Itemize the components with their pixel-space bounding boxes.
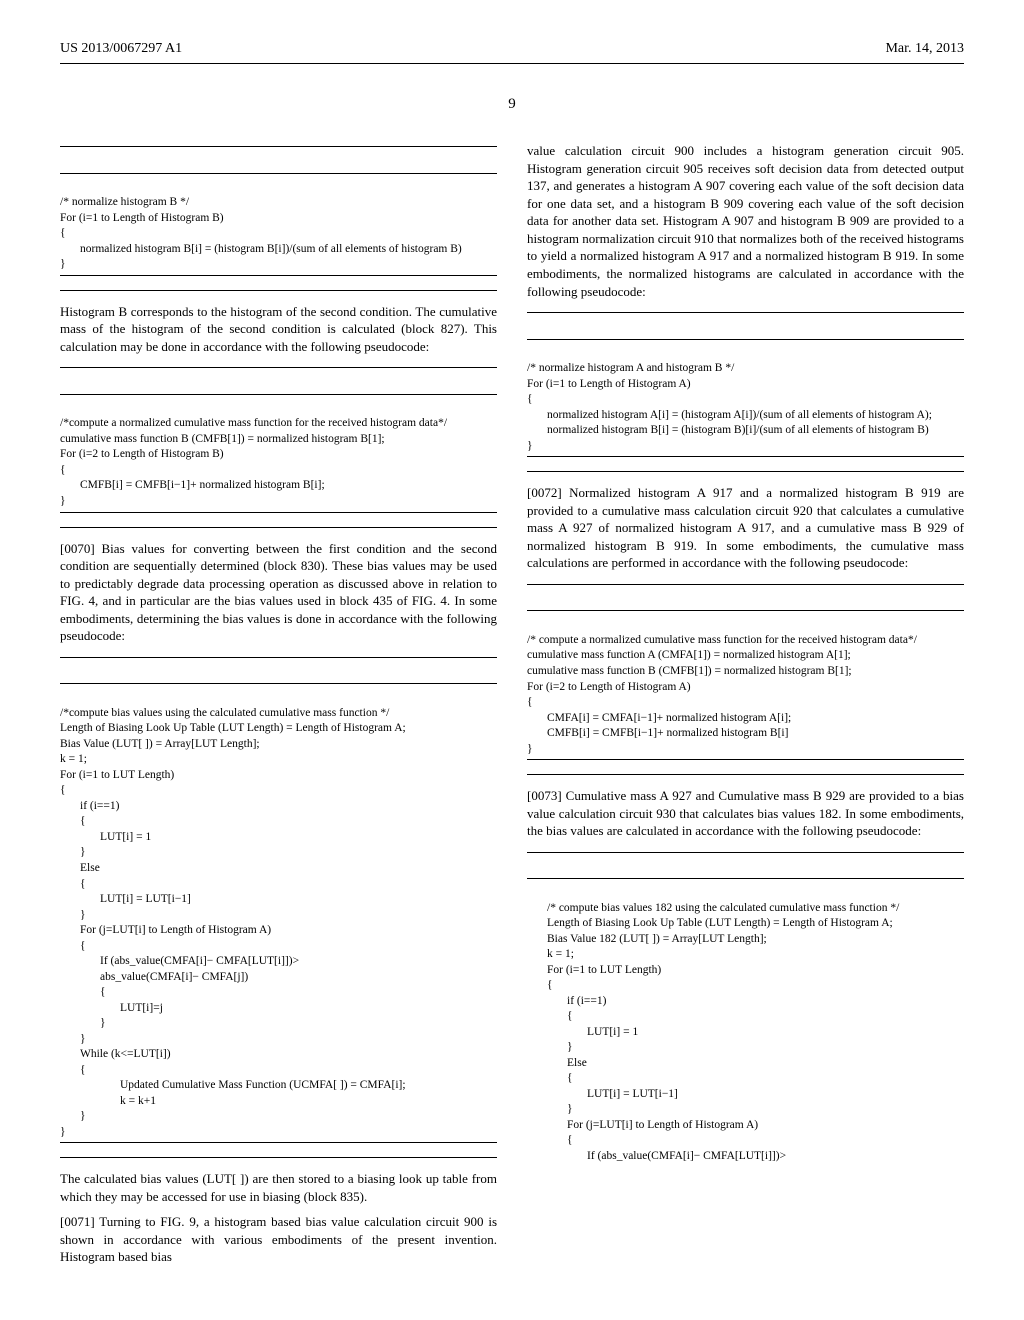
content-columns: /* normalize histogram B */ For (i=1 to …	[60, 134, 964, 1274]
page-number: 9	[60, 94, 964, 114]
para-number: [0070]	[60, 541, 95, 556]
code-block-bias-182: /* compute bias values 182 using the cal…	[527, 852, 964, 1173]
paragraph-0072: [0072] Normalized histogram A 917 and a …	[527, 484, 964, 572]
paragraph-0071: [0071] Turning to FIG. 9, a histogram ba…	[60, 1213, 497, 1266]
code-block-normalize-ab: /* normalize histogram A and histogram B…	[527, 312, 964, 472]
right-column: value calculation circuit 900 includes a…	[527, 134, 964, 1274]
paragraph: value calculation circuit 900 includes a…	[527, 142, 964, 300]
paragraph: Histogram B corresponds to the histogram…	[60, 303, 497, 356]
patent-number: US 2013/0067297 A1	[60, 40, 182, 59]
paragraph-0073: [0073] Cumulative mass A 927 and Cumulat…	[527, 787, 964, 840]
paragraph: The calculated bias values (LUT[ ]) are …	[60, 1170, 497, 1205]
page-header: US 2013/0067297 A1 Mar. 14, 2013	[60, 40, 964, 64]
code-block-bias-values: /*compute bias values using the calculat…	[60, 657, 497, 1158]
code-block-normalize-b: /* normalize histogram B */ For (i=1 to …	[60, 146, 497, 291]
patent-date: Mar. 14, 2013	[885, 40, 964, 59]
left-column: /* normalize histogram B */ For (i=1 to …	[60, 134, 497, 1274]
para-number: [0073]	[527, 788, 562, 803]
code-block-cmf-ab: /* compute a normalized cumulative mass …	[527, 584, 964, 775]
code-block-cmf-b: /*compute a normalized cumulative mass f…	[60, 367, 497, 527]
para-number: [0072]	[527, 485, 562, 500]
paragraph-0070: [0070] Bias values for converting betwee…	[60, 540, 497, 645]
para-number: [0071]	[60, 1214, 95, 1229]
